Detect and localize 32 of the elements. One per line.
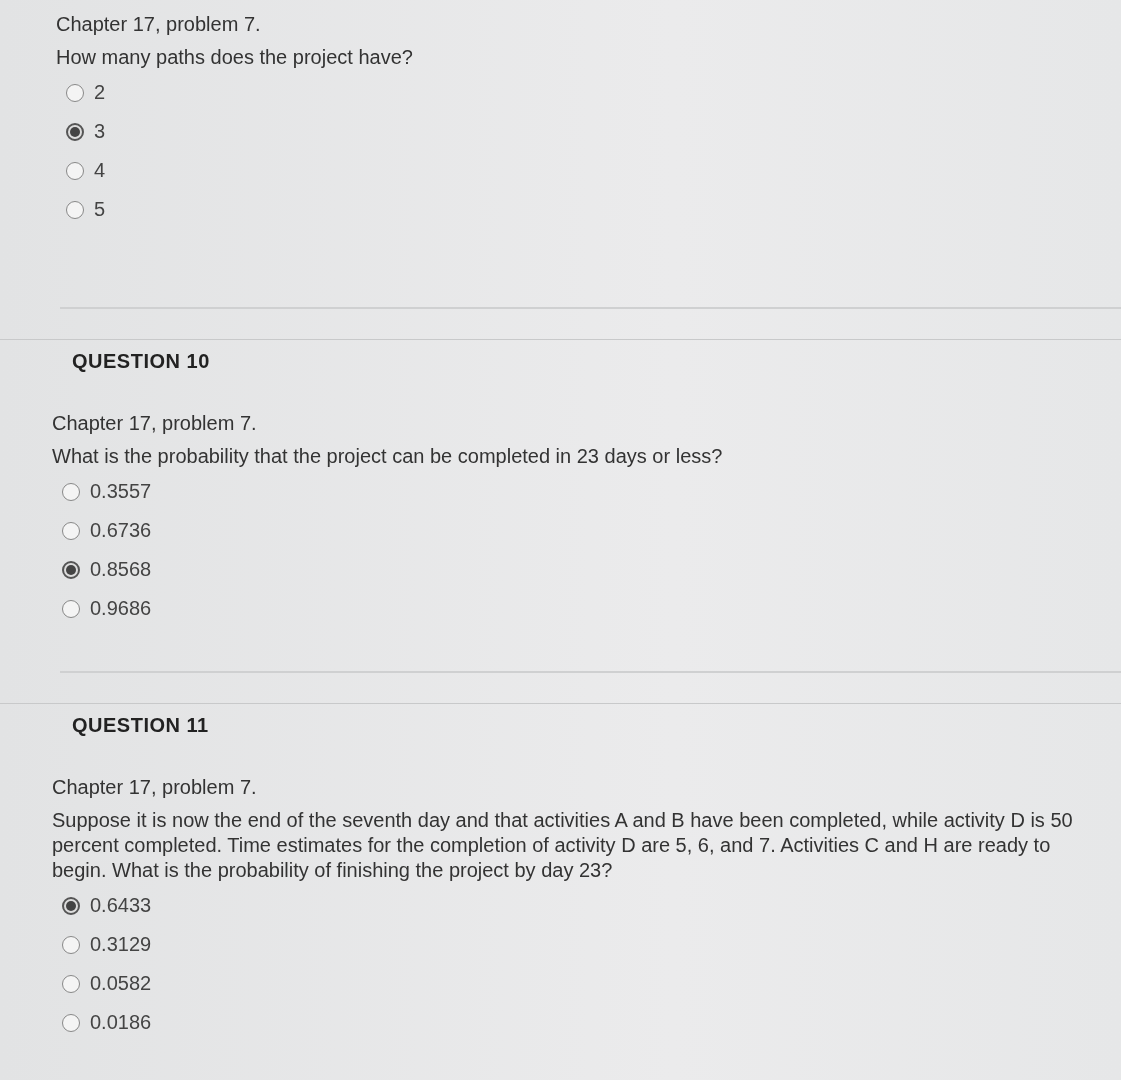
option-label[interactable]: 5 bbox=[94, 198, 106, 221]
radio-button[interactable] bbox=[62, 935, 80, 954]
question-heading: QUESTION 10 bbox=[72, 350, 211, 373]
radio-button[interactable] bbox=[62, 482, 80, 501]
radio-button[interactable] bbox=[66, 83, 84, 102]
option-label[interactable]: 0.3129 bbox=[90, 933, 152, 956]
question-text: What is the probability that the project can be completed in 23 days or less? bbox=[52, 444, 724, 469]
radio-button[interactable] bbox=[62, 599, 80, 618]
question-source: Chapter 17, problem 7. bbox=[56, 12, 262, 37]
option-label[interactable]: 0.0186 bbox=[90, 1011, 152, 1034]
radio-button[interactable] bbox=[62, 521, 80, 540]
option-label[interactable]: 0.0582 bbox=[90, 972, 152, 995]
radio-button[interactable] bbox=[62, 974, 80, 993]
radio-button[interactable] bbox=[62, 1013, 80, 1032]
option-label[interactable]: 0.6433 bbox=[90, 894, 152, 917]
question-source: Chapter 17, problem 7. bbox=[52, 775, 258, 800]
radio-button[interactable] bbox=[66, 161, 84, 180]
question-heading: QUESTION 11 bbox=[72, 714, 210, 737]
option-label[interactable]: 4 bbox=[94, 159, 106, 182]
option-label[interactable]: 0.6736 bbox=[90, 519, 152, 542]
option-label[interactable]: 0.8568 bbox=[90, 558, 152, 581]
option-label[interactable]: 3 bbox=[94, 120, 106, 143]
radio-button[interactable] bbox=[62, 896, 80, 915]
question-text: Suppose it is now the end of the seventh day and that activities A and B have been completed, while activity D is 50 percent completed. Time estimates for the completion of activity D are 5, 6, and 7. Activities C and H are ready to begin. What is the probability of finishing the project by day 23? bbox=[52, 808, 1074, 883]
radio-button[interactable] bbox=[66, 122, 84, 141]
option-label[interactable]: 0.9686 bbox=[90, 597, 152, 620]
question-text: How many paths does the project have? bbox=[56, 45, 414, 70]
question-source: Chapter 17, problem 7. bbox=[52, 411, 258, 436]
option-label[interactable]: 0.3557 bbox=[90, 480, 152, 503]
radio-button[interactable] bbox=[66, 200, 84, 219]
radio-button[interactable] bbox=[62, 560, 80, 579]
option-label[interactable]: 2 bbox=[94, 81, 106, 104]
